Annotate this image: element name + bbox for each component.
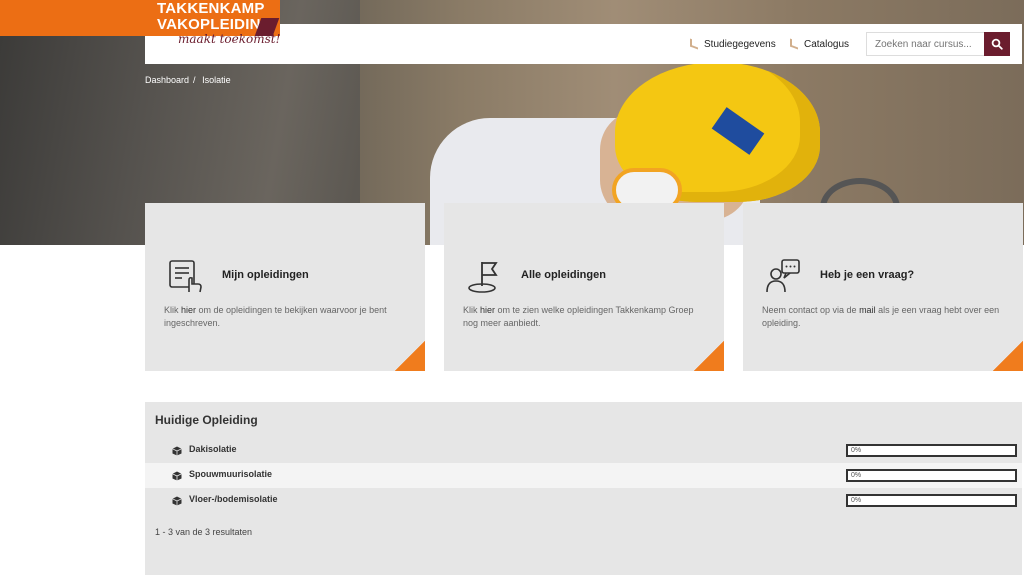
search-icon [991, 38, 1003, 50]
card-link-hier[interactable]: hier [181, 305, 196, 315]
results-count: 1 - 3 van de 3 resultaten [155, 527, 253, 537]
nav-item-studiegegevens[interactable]: Studiegegevens [690, 39, 776, 50]
course-name[interactable]: Spouwmuurisolatie [189, 469, 272, 479]
course-row[interactable]: Dakisolatie 0% [145, 438, 1022, 463]
card-description: Neem contact op via de mail als je een v… [762, 304, 1007, 330]
card-desc-pre: Klik [164, 305, 182, 315]
course-name[interactable]: Vloer-/bodemisolatie [189, 494, 278, 504]
course-name[interactable]: Dakisolatie [189, 444, 237, 454]
breadcrumb-dashboard[interactable]: Dashboard [145, 75, 189, 85]
card-vraag[interactable]: Heb je een vraag? Neem contact op via de… [743, 203, 1023, 371]
card-desc-pre: Klik [463, 305, 481, 315]
course-row[interactable]: Vloer-/bodemisolatie 0% [145, 488, 1022, 513]
nav-label: Catalogus [804, 38, 850, 50]
progress-bar: 0% [846, 444, 1017, 457]
nav-studiegegevens[interactable]: Studiegegevens [690, 24, 776, 64]
logo-line-1: TAKKENKAMP [157, 0, 265, 17]
progress-text: 0% [851, 472, 862, 479]
cube-icon [172, 496, 182, 506]
person-chat-icon [766, 259, 800, 293]
panel-title: Huidige Opleiding [155, 413, 258, 427]
course-row[interactable]: Spouwmuurisolatie 0% [145, 463, 1022, 488]
nav-item-catalogus[interactable]: Catalogus [790, 39, 849, 50]
card-corner-accent [395, 341, 425, 371]
card-desc-post: om de opleidingen te bekijken waarvoor j… [164, 305, 387, 328]
card-description: Klik hier om de opleidingen te bekijken … [164, 304, 409, 330]
progress-text: 0% [851, 447, 862, 454]
logo-slogan: maakt toekomst! [178, 32, 281, 46]
card-link-mail[interactable]: mail [859, 305, 876, 315]
breadcrumb-separator: / [193, 75, 196, 85]
search-bar [866, 32, 1010, 56]
logo-line-2: VAKOPLEIDING [157, 16, 273, 33]
search-button[interactable] [984, 32, 1010, 56]
card-description: Klik hier om te zien welke opleidingen T… [463, 304, 708, 330]
document-hand-icon [169, 260, 202, 293]
progress-text: 0% [851, 497, 862, 504]
breadcrumb: Dashboard / Isolatie [145, 75, 235, 85]
progress-bar: 0% [846, 494, 1017, 507]
card-desc-pre: Neem contact op via de [762, 305, 860, 315]
card-alle-opleidingen[interactable]: Alle opleidingen Klik hier om te zien we… [444, 203, 724, 371]
breadcrumb-isolatie: Isolatie [202, 75, 231, 85]
card-corner-accent [694, 341, 724, 371]
card-title: Heb je een vraag? [820, 269, 915, 281]
card-corner-accent [993, 341, 1023, 371]
progress-bar: 0% [846, 469, 1017, 482]
nav-catalogus[interactable]: Catalogus [790, 24, 849, 64]
nav-marker-icon [790, 38, 798, 50]
card-title: Alle opleidingen [521, 269, 606, 281]
cube-icon [172, 471, 182, 481]
card-desc-post: om te zien welke opleidingen Takkenkamp … [463, 305, 694, 328]
current-course-panel: Huidige Opleiding Dakisolatie 0% Spouwmu… [145, 402, 1022, 575]
flag-icon [468, 262, 498, 293]
cube-icon [172, 446, 182, 456]
card-mijn-opleidingen[interactable]: Mijn opleidingen Klik hier om de opleidi… [145, 203, 425, 371]
card-link-hier[interactable]: hier [480, 305, 495, 315]
nav-marker-icon [690, 38, 698, 50]
logo-text[interactable]: TAKKENKAMP VAKOPLEIDING [157, 1, 272, 33]
search-input[interactable] [866, 32, 984, 56]
card-title: Mijn opleidingen [222, 269, 309, 281]
nav-label: Studiegegevens [704, 38, 776, 50]
